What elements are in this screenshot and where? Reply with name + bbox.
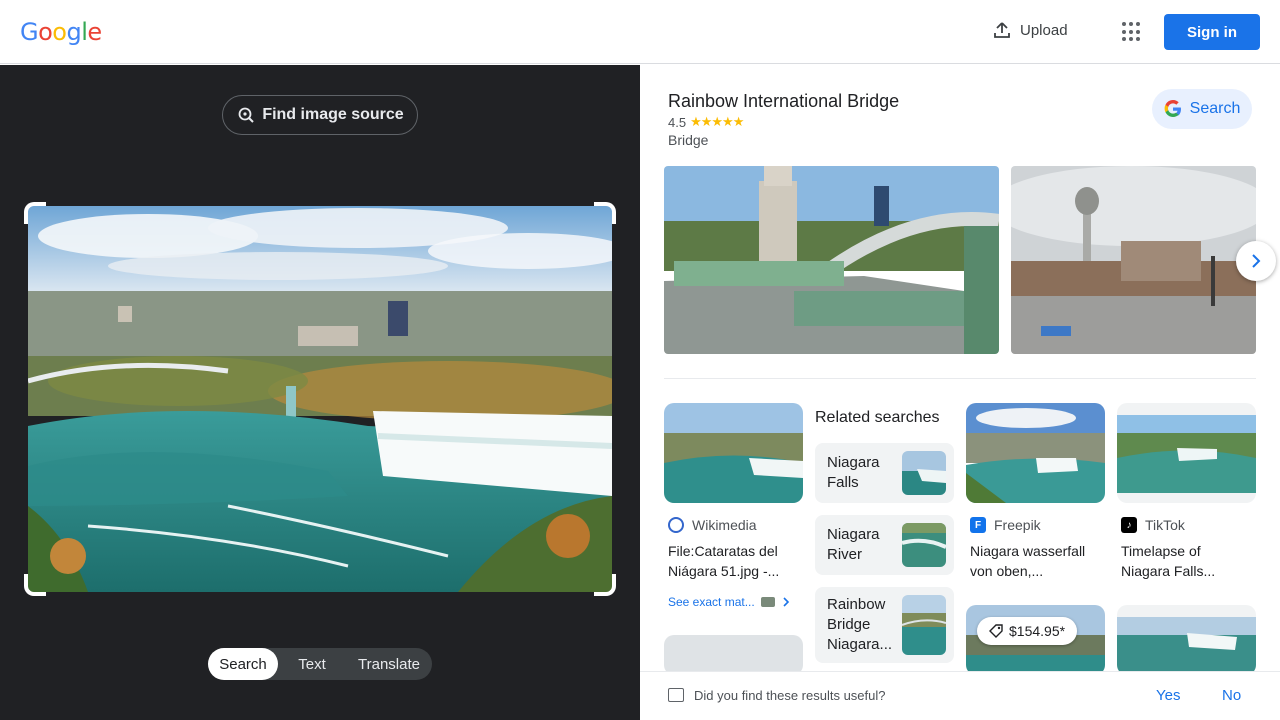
feedback-yes-button[interactable]: Yes [1156,687,1180,704]
result-title-line: Timelapse of [1121,543,1201,559]
crop-corner-bottom-left[interactable] [24,574,46,596]
feedback-bar: Did you find these results useful? Yes N… [640,671,1280,720]
logo-letter-e: e [87,18,102,46]
google-logo[interactable]: Google [20,18,102,46]
entity-photo-2[interactable] [1011,166,1256,354]
crop-corner-top-right[interactable] [594,202,616,224]
image-thumb-icon [760,597,775,607]
google-search-button[interactable]: Search [1152,89,1252,129]
query-image [28,206,612,592]
result-title[interactable]: Timelapse of Niagara Falls... [1117,541,1256,581]
feedback-icon [668,688,684,702]
result-title-line: von oben,... [970,563,1044,579]
result-source-name: Wikimedia [692,517,757,533]
logo-letter-o2: o [52,18,67,46]
entity-type: Bridge [668,132,709,148]
feedback-question: Did you find these results useful? [694,688,886,703]
google-search-label: Search [1189,100,1241,117]
visual-match-card[interactable]: ♪ TikTok Timelapse of Niagara Falls... [1117,403,1256,581]
see-exact-matches-link[interactable]: See exact mat... [668,595,791,609]
find-image-source-button[interactable]: Find image source [222,95,418,135]
related-search-label: Rainbow Bridge Niagara... [827,596,893,653]
chevron-right-icon [783,597,789,607]
result-thumbnail[interactable] [664,635,803,675]
rating-stars: ★★★★★ [690,114,744,129]
mode-search-tab[interactable]: Search [208,648,278,680]
related-search-label: Niagara Falls [827,454,880,491]
related-search-label: Niagara River [827,526,880,563]
section-divider [664,378,1256,379]
rating-value: 4.5 [668,114,687,130]
result-thumbnail[interactable] [664,403,803,503]
mode-text-tab[interactable]: Text [278,648,346,680]
result-source: ♪ TikTok [1117,517,1256,533]
mode-switcher: Search Text Translate [208,648,432,680]
result-source: Wikimedia [664,517,803,533]
upload-label: Upload [1020,21,1068,39]
crop-corner-bottom-right[interactable] [594,574,616,596]
tiktok-icon: ♪ [1121,517,1137,533]
freepik-icon: F [970,517,986,533]
result-thumbnail[interactable] [1117,403,1256,503]
next-photos-button[interactable] [1236,241,1276,281]
results-panel: Rainbow International Bridge 4.5 ★★★★★ B… [640,65,1280,720]
image-preview-panel: Find image source Search Text Translate [0,65,640,720]
sign-in-button[interactable]: Sign in [1164,14,1260,50]
chevron-right-icon [1252,254,1261,268]
mode-translate-tab[interactable]: Translate [346,648,432,680]
logo-letter-g2: g [66,18,82,46]
price-badge: $154.95* [977,617,1078,645]
result-source-name: TikTok [1145,517,1185,533]
related-searches-heading: Related searches [815,409,940,426]
result-thumbnail[interactable] [1117,605,1256,675]
price-value: $154.95* [1009,623,1066,639]
wikimedia-icon [668,517,684,533]
find-image-source-label: Find image source [262,106,404,123]
related-search-item[interactable]: Rainbow Bridge Niagara... [815,587,954,663]
lens-search-icon [238,107,255,123]
result-source-name: Freepik [994,517,1041,533]
upload-icon [994,22,1010,38]
related-search-thumbnail [902,523,946,567]
related-search-item[interactable]: Niagara River [815,515,954,575]
visual-match-card[interactable]: F Freepik Niagara wasserfall von oben,..… [966,403,1105,581]
related-search-thumbnail [902,595,946,655]
visual-match-card[interactable]: Wikimedia File:Cataratas del Niágara 51.… [664,403,803,581]
result-title-line: Niagara wasserfall [970,543,1086,559]
result-title[interactable]: File:Cataratas del Niágara 51.jpg -... [664,541,803,581]
related-search-thumbnail [902,451,946,495]
logo-letter-o1: o [38,18,53,46]
result-source: F Freepik [966,517,1105,533]
result-title[interactable]: Niagara wasserfall von oben,... [966,541,1105,581]
entity-photo-1[interactable] [664,166,999,354]
google-g-icon [1164,100,1181,117]
crop-corner-top-left[interactable] [24,202,46,224]
apps-grid-icon[interactable] [1122,22,1142,42]
result-title-line: File:Cataratas del [668,543,778,559]
result-thumbnail[interactable] [966,403,1105,503]
feedback-no-button[interactable]: No [1222,687,1241,704]
top-bar: Google Upload Sign in [0,0,1280,64]
see-exact-matches-label: See exact mat... [668,595,755,609]
entity-rating: 4.5 ★★★★★ [668,114,744,130]
tag-icon [989,624,1003,638]
result-title-line: Niágara 51.jpg -... [668,563,780,579]
logo-letter-g1: G [20,18,39,46]
upload-button[interactable]: Upload [992,20,1068,40]
result-title-line: Niagara Falls... [1121,563,1216,579]
entity-title[interactable]: Rainbow International Bridge [668,91,899,112]
related-search-item[interactable]: Niagara Falls [815,443,954,503]
